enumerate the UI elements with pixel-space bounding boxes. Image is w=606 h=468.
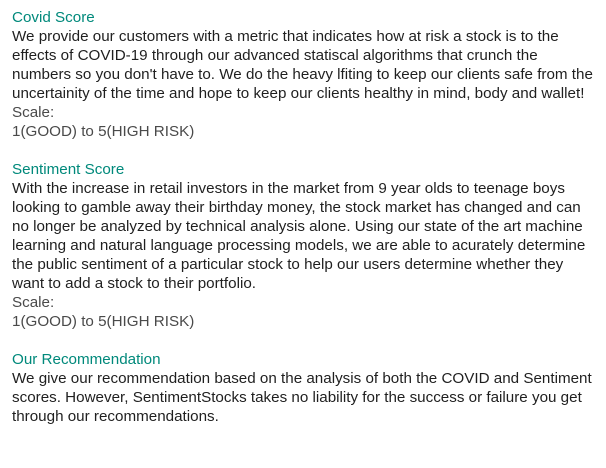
info-panel: Covid Score We provide our customers wit… xyxy=(0,0,606,426)
sentiment-score-title: Sentiment Score xyxy=(12,161,125,178)
covid-scale-value: 1(GOOD) to 5(HIGH RISK) xyxy=(12,123,195,140)
covid-score-section: Covid Score We provide our customers wit… xyxy=(12,8,594,141)
recommendation-section: Our Recommendation We give our recommend… xyxy=(12,350,594,426)
sentiment-score-description: With the increase in retail investors in… xyxy=(12,180,586,292)
covid-scale-label: Scale: xyxy=(12,104,55,121)
sentiment-score-section: Sentiment Score With the increase in ret… xyxy=(12,160,594,331)
sentiment-scale-label: Scale: xyxy=(12,294,55,311)
covid-score-description: We provide our customers with a metric t… xyxy=(12,28,593,102)
covid-score-title: Covid Score xyxy=(12,9,95,26)
sentiment-scale-value: 1(GOOD) to 5(HIGH RISK) xyxy=(12,313,195,330)
recommendation-title: Our Recommendation xyxy=(12,351,161,368)
recommendation-description: We give our recommendation based on the … xyxy=(12,370,592,425)
